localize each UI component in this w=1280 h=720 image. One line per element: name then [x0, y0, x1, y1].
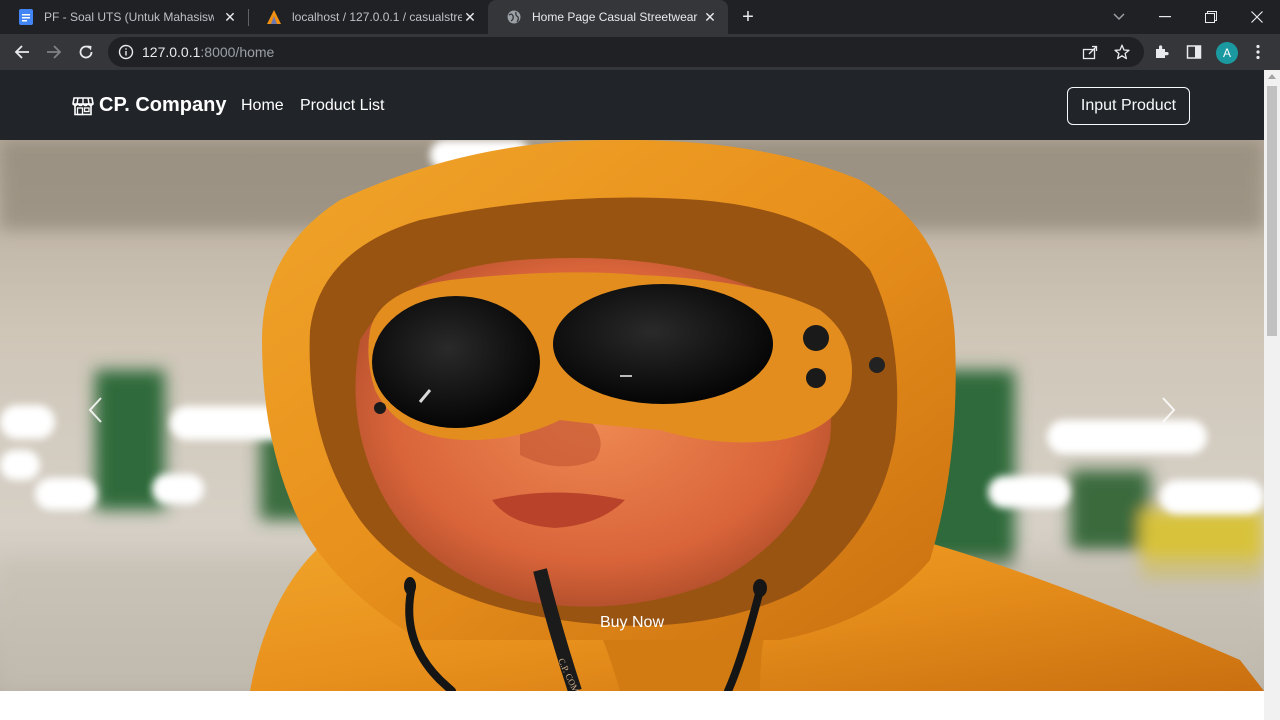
phpmyadmin-icon: [266, 9, 282, 25]
forward-icon[interactable]: [40, 38, 68, 66]
browser-tab-phpmyadmin[interactable]: localhost / 127.0.0.1 / casualstreetwear…: [248, 0, 488, 34]
brand-name: CP. Company: [99, 94, 227, 116]
globe-icon: [506, 9, 522, 25]
hero-image: C.P. COMPANY: [0, 140, 1264, 691]
share-icon[interactable]: [1080, 42, 1100, 62]
hero-carousel: C.P. COMPANY Buy Now: [0, 140, 1264, 691]
bookmark-star-icon[interactable]: [1112, 42, 1132, 62]
carousel-caption[interactable]: Buy Now: [0, 614, 1264, 632]
tab-title: Home Page Casual Streetwear: [532, 10, 698, 24]
carousel-prev-icon[interactable]: [80, 390, 110, 430]
address-bar[interactable]: 127.0.0.1:8000/home: [108, 37, 1144, 67]
input-product-button[interactable]: Input Product: [1067, 87, 1190, 125]
page-viewport: CP. Company Home Product List Input Prod…: [0, 70, 1264, 720]
scroll-up-icon[interactable]: [1268, 74, 1276, 79]
tab-title: PF - Soal UTS (Untuk Mahasiswa): [44, 10, 214, 24]
tab-search-icon[interactable]: [1096, 0, 1142, 34]
browser-tab-docs[interactable]: PF - Soal UTS (Untuk Mahasiswa) ✕: [0, 0, 248, 34]
reload-icon[interactable]: [72, 38, 100, 66]
browser-toolbar: 127.0.0.1:8000/home: [0, 34, 1280, 70]
browser-tab-strip: PF - Soal UTS (Untuk Mahasiswa) ✕ localh…: [0, 0, 1280, 34]
close-window-icon[interactable]: [1234, 0, 1280, 34]
docs-icon: [18, 9, 34, 25]
site-navbar: CP. Company Home Product List Input Prod…: [0, 70, 1264, 140]
new-tab-icon[interactable]: +: [736, 5, 760, 29]
url-path: :8000/home: [200, 44, 275, 60]
profile-avatar[interactable]: A: [1216, 42, 1238, 64]
url-text: 127.0.0.1:8000/home: [142, 44, 274, 60]
restore-icon[interactable]: [1188, 0, 1234, 34]
page-scrollbar[interactable]: [1264, 70, 1280, 720]
close-tab-icon[interactable]: ✕: [702, 9, 718, 25]
scrollbar-thumb[interactable]: [1267, 86, 1277, 336]
browser-menu-icon[interactable]: [1248, 42, 1268, 62]
minimize-icon[interactable]: [1142, 0, 1188, 34]
close-tab-icon[interactable]: ✕: [222, 9, 238, 25]
browser-tab-active[interactable]: Home Page Casual Streetwear ✕: [488, 0, 728, 34]
tab-title: localhost / 127.0.0.1 / casualstreetwear: [292, 10, 462, 24]
nav-link-product-list[interactable]: Product List: [300, 97, 384, 115]
carousel-next-icon[interactable]: [1154, 390, 1184, 430]
shop-icon: [72, 96, 94, 116]
nav-link-home[interactable]: Home: [241, 97, 284, 115]
extensions-icon[interactable]: [1152, 42, 1172, 62]
site-info-icon[interactable]: [118, 44, 134, 60]
side-panel-icon[interactable]: [1184, 42, 1204, 62]
close-tab-icon[interactable]: ✕: [462, 9, 478, 25]
back-icon[interactable]: [8, 38, 36, 66]
page-content-below: [0, 691, 1264, 720]
brand-link[interactable]: CP. Company: [72, 94, 226, 117]
url-host: 127.0.0.1: [142, 44, 201, 60]
